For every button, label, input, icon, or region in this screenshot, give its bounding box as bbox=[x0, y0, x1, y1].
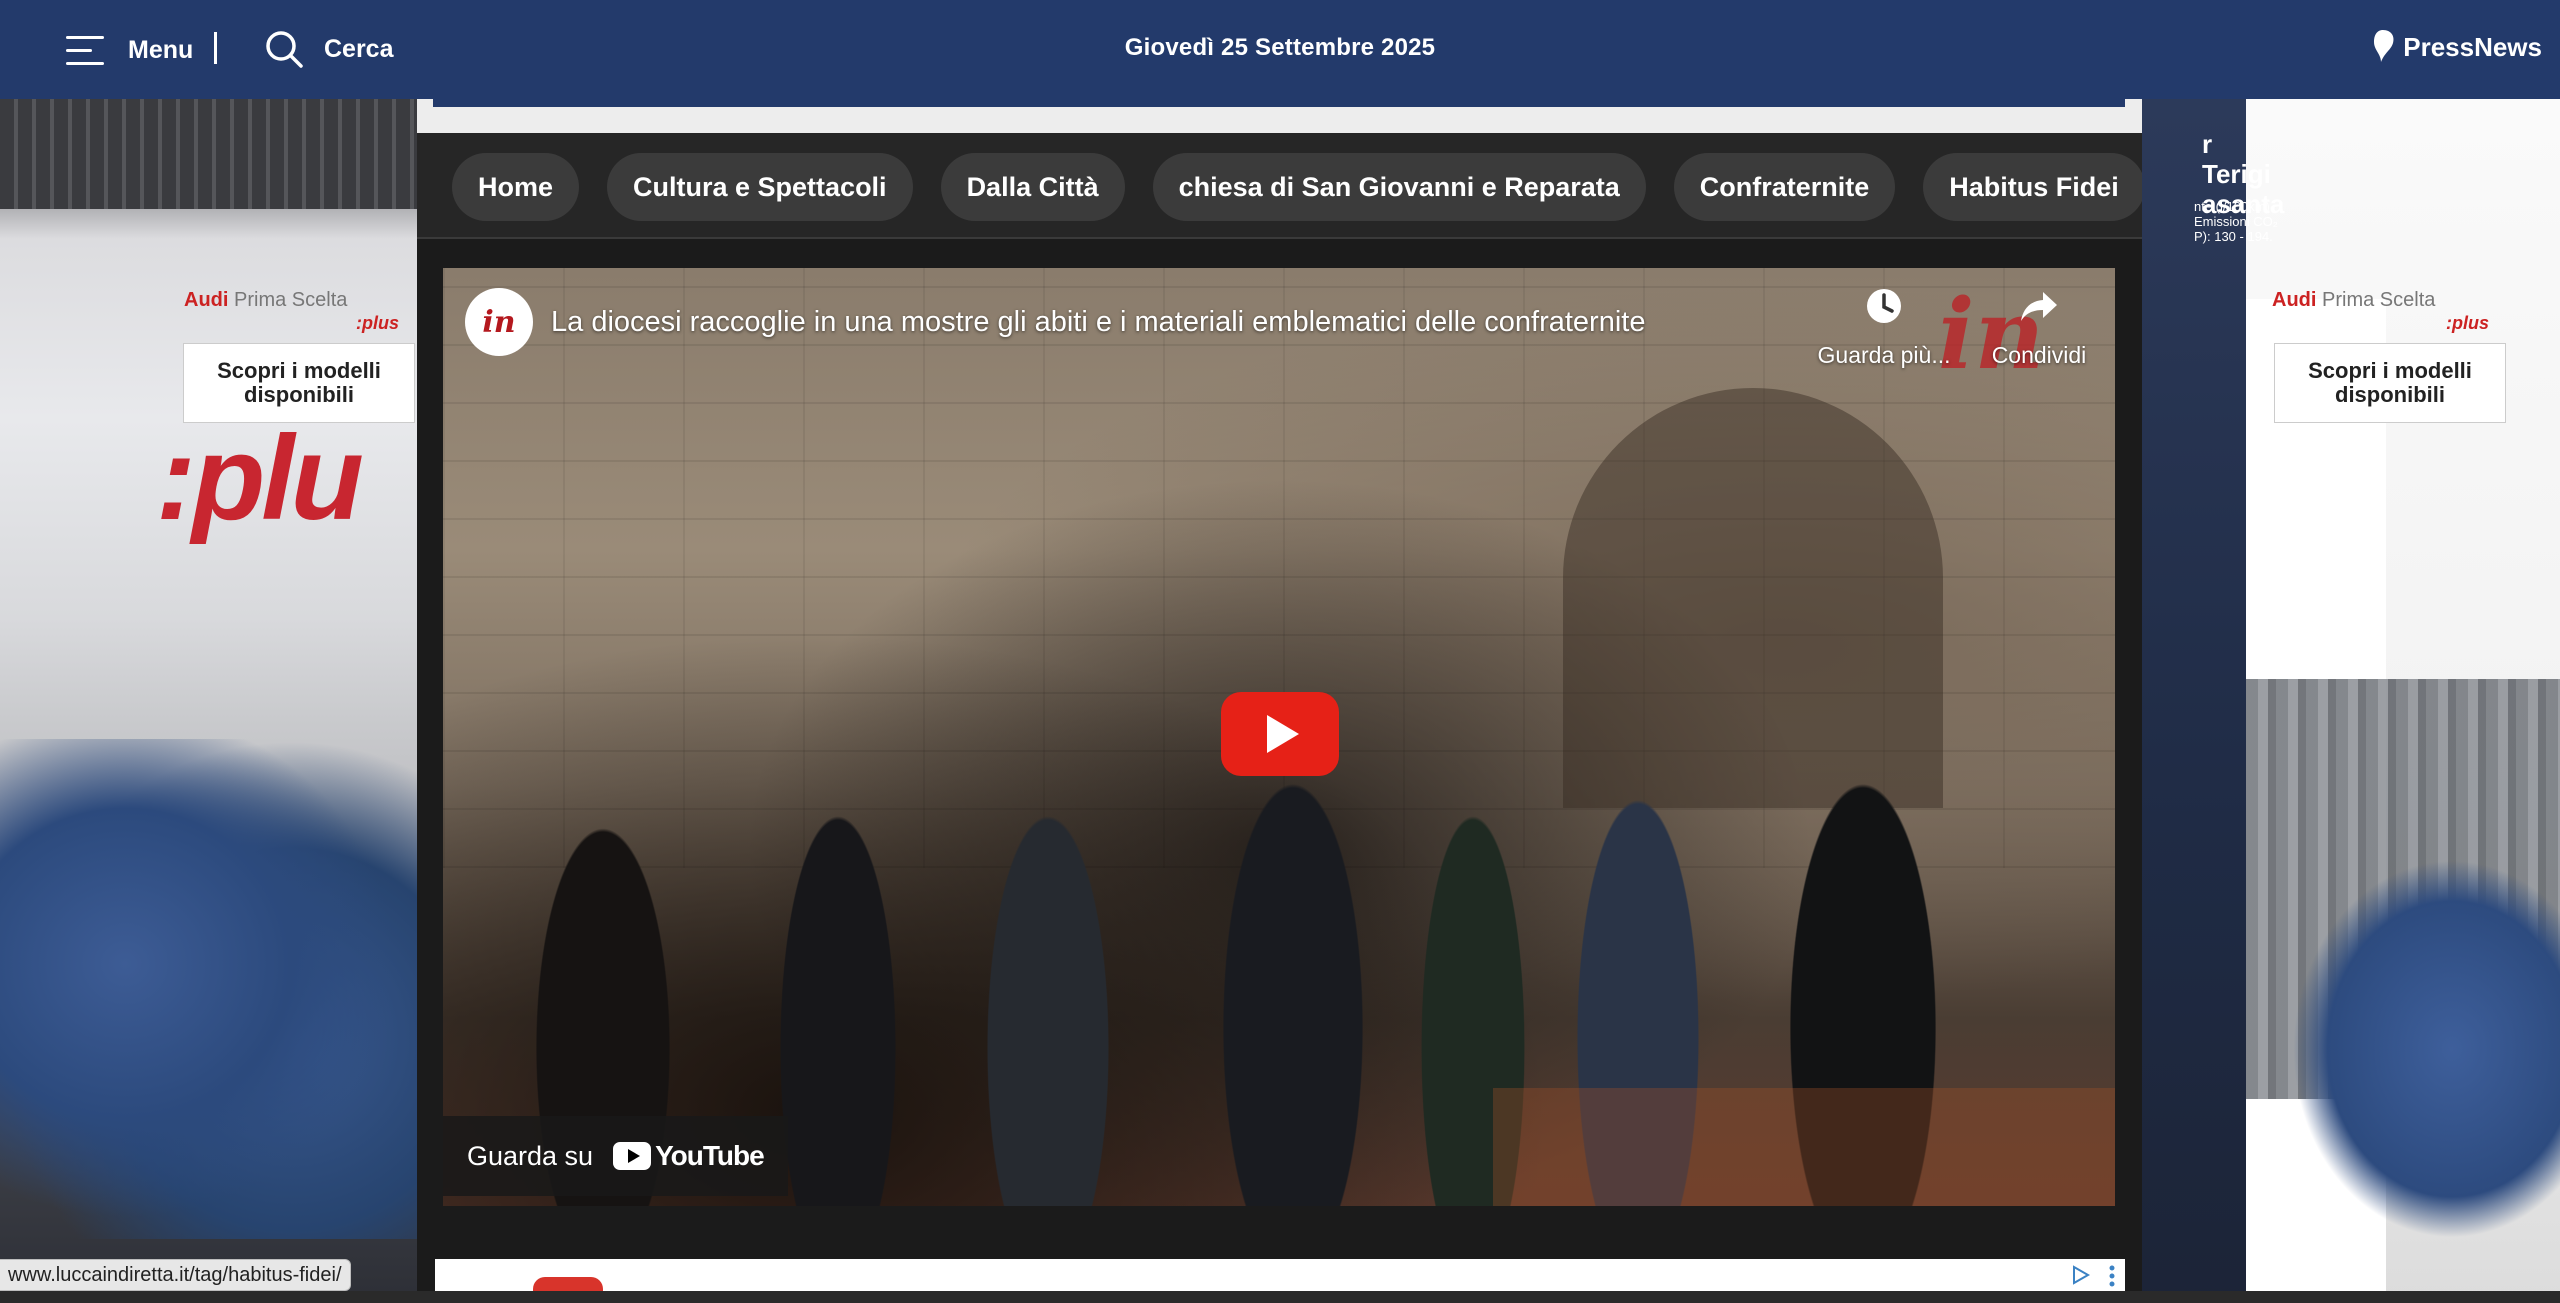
tag-habitus-fidei[interactable]: Habitus Fidei bbox=[1923, 153, 2142, 221]
ad-right-dark-strip: r Terigi asanta nte (l/100km) Emissioni … bbox=[2142, 99, 2284, 1303]
ad-left-logo: :plu bbox=[156, 411, 364, 545]
youtube-video-player[interactable]: in La diocesi raccoglie in una mostre gl… bbox=[443, 268, 2115, 1206]
current-date: Giovedì 25 Settembre 2025 bbox=[1124, 34, 1436, 61]
car-image bbox=[0, 739, 417, 1239]
play-icon bbox=[1267, 715, 1299, 753]
youtube-logo: YouTube bbox=[613, 1140, 765, 1172]
tag-bar: Home Cultura e Spettacoli Dalla Città ch… bbox=[417, 133, 2142, 239]
tag-chiesa-san-giovanni[interactable]: chiesa di San Giovanni e Reparata bbox=[1152, 153, 1646, 221]
tag-dalla-citta[interactable]: Dalla Città bbox=[940, 153, 1125, 221]
ceiling-graphic bbox=[0, 99, 417, 209]
watch-later-button[interactable]: Guarda più... bbox=[1814, 286, 1954, 369]
ad-left-brand: Audi Prima Scelta bbox=[184, 289, 348, 311]
brand-name: PressNews bbox=[2403, 31, 2542, 62]
share-icon bbox=[2021, 292, 2057, 321]
share-label: Condividi bbox=[1991, 342, 2087, 368]
window-bottom-edge bbox=[0, 1291, 2560, 1303]
video-title[interactable]: La diocesi raccoglie in una mostre gli a… bbox=[551, 306, 1645, 339]
ad-left-plus: :plus bbox=[356, 313, 399, 333]
ad-right-cta-button[interactable]: Scopri i modelli disponibili bbox=[2274, 343, 2506, 423]
ad-right-plus: :plus bbox=[2446, 313, 2489, 333]
more-options-icon[interactable] bbox=[2109, 1265, 2115, 1287]
car-image bbox=[2292, 859, 2560, 1239]
share-button[interactable]: Condividi bbox=[1969, 286, 2109, 369]
top-navbar: Menu Cerca Giovedì 25 Settembre 2025 Pre… bbox=[0, 0, 2560, 99]
content-top-stripe bbox=[417, 99, 2142, 133]
adchoices-icon[interactable] bbox=[2071, 1265, 2091, 1285]
video-floor bbox=[1493, 1088, 2115, 1206]
youtube-play-icon bbox=[613, 1142, 652, 1170]
pressnews-logo-icon bbox=[2374, 30, 2394, 62]
tag-confraternite[interactable]: Confraternite bbox=[1673, 153, 1896, 221]
youtube-wordmark: YouTube bbox=[655, 1140, 765, 1171]
left-ad-banner[interactable]: Audi Prima Scelta :plus Scopri i modelli… bbox=[0, 99, 417, 1303]
tag-list: Home Cultura e Spettacoli Dalla Città ch… bbox=[452, 153, 2142, 221]
tag-home[interactable]: Home bbox=[452, 153, 580, 221]
channel-avatar[interactable]: in bbox=[465, 288, 533, 356]
play-button[interactable] bbox=[1221, 692, 1339, 776]
clock-icon bbox=[1867, 289, 1901, 323]
accent-bar bbox=[433, 99, 2125, 107]
watch-later-label: Guarda più... bbox=[1817, 342, 1951, 368]
watch-on-youtube-button[interactable]: Guarda su YouTube bbox=[443, 1116, 788, 1196]
link-status-bar: www.luccaindiretta.it/tag/habitus-fidei/ bbox=[0, 1259, 351, 1291]
ad-right-brand: Audi Prima Scelta bbox=[2272, 289, 2436, 311]
tag-cultura-e-spettacoli[interactable]: Cultura e Spettacoli bbox=[607, 153, 913, 221]
right-ad-banner[interactable]: r Terigi asanta nte (l/100km) Emissioni … bbox=[2142, 99, 2560, 1303]
pressnews-link[interactable]: PressNews bbox=[2371, 28, 2542, 66]
watch-on-label: Guarda su bbox=[467, 1140, 594, 1171]
ad-right-overlay-small: nte (l/100km) Emissioni CO₂ P): 130 - 19… bbox=[2194, 199, 2278, 244]
main-content: Home Cultura e Spettacoli Dalla Città ch… bbox=[417, 99, 2142, 1303]
